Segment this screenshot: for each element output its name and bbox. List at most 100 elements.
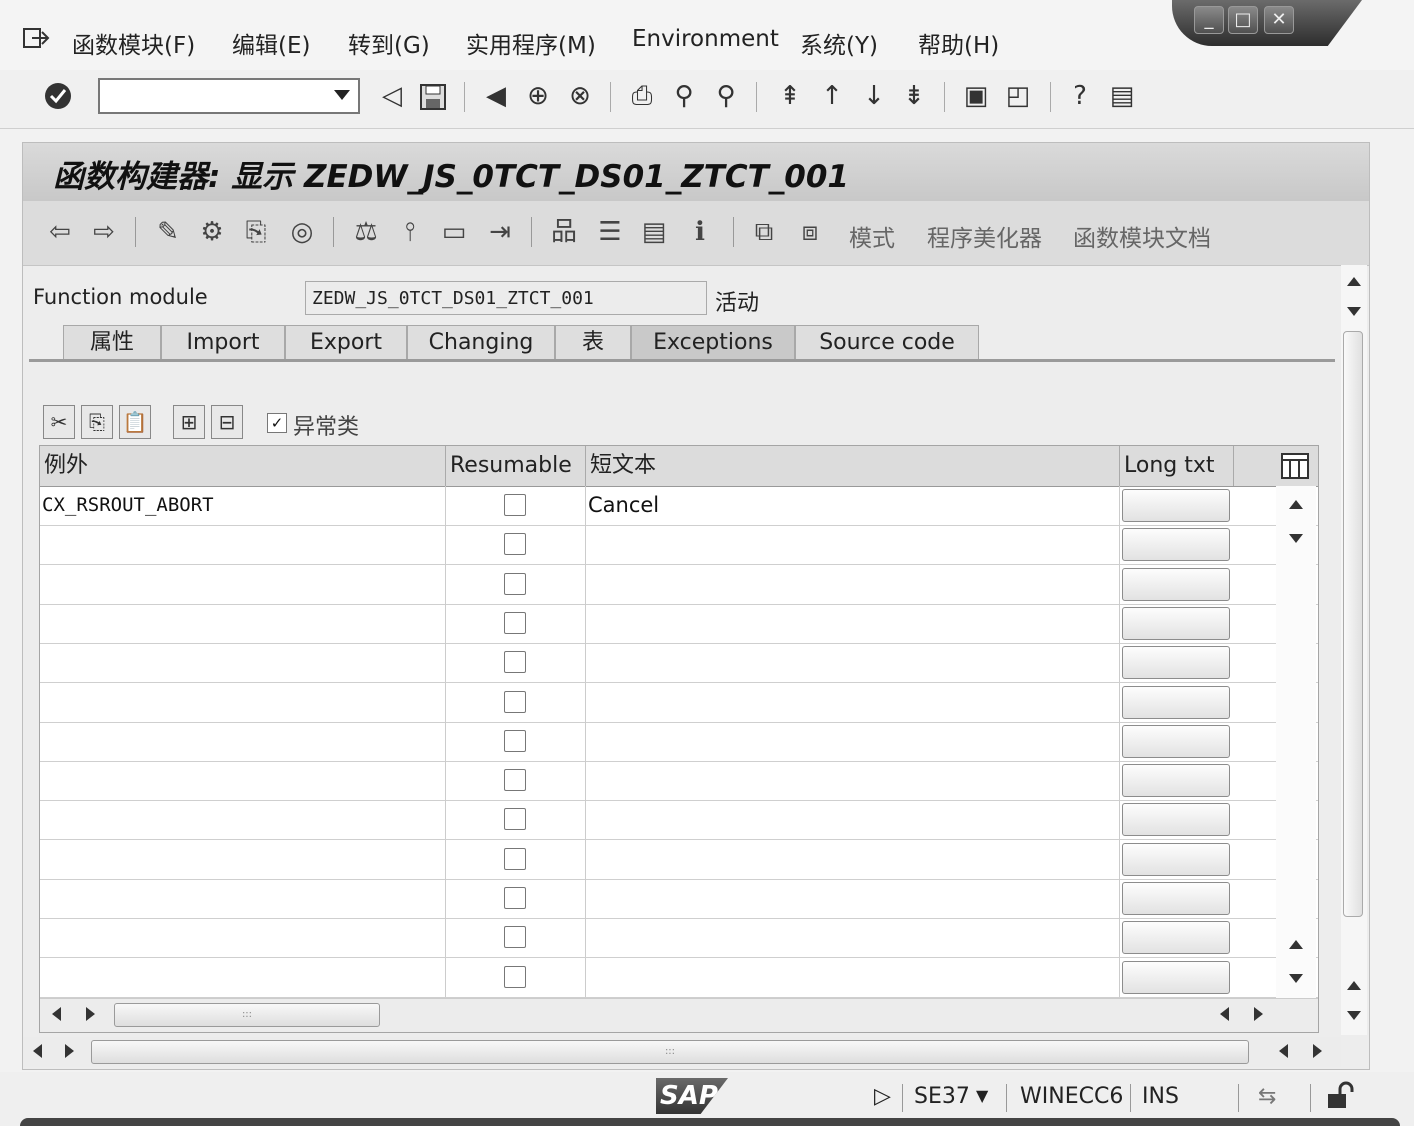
exception-cell[interactable]: [40, 682, 446, 722]
display-group-icon[interactable]: ⧈: [793, 215, 827, 249]
cancel-icon[interactable]: ⊗: [564, 80, 596, 112]
scroll-left-icon[interactable]: [1279, 1044, 1288, 1058]
short-text-cell[interactable]: [586, 564, 1120, 604]
resumable-checkbox[interactable]: [504, 729, 526, 752]
table-settings-icon[interactable]: [1280, 452, 1310, 480]
long-text-button[interactable]: [1122, 960, 1230, 994]
long-text-button[interactable]: [1122, 882, 1230, 915]
scroll-right-icon[interactable]: [86, 1007, 95, 1021]
resumable-checkbox[interactable]: [504, 572, 526, 595]
scroll-thumb[interactable]: :::: [114, 1003, 380, 1027]
resumable-checkbox[interactable]: [504, 769, 526, 792]
scroll-up-icon[interactable]: [1289, 500, 1303, 509]
column-header-exception[interactable]: 例外: [40, 446, 446, 486]
minimize-button[interactable]: _: [1194, 6, 1224, 34]
copy-icon[interactable]: ⎘: [81, 405, 113, 439]
resumable-checkbox[interactable]: [504, 533, 526, 556]
short-text-cell[interactable]: [586, 918, 1120, 958]
first-page-icon[interactable]: ⇞: [774, 80, 806, 112]
resumable-checkbox[interactable]: [504, 494, 526, 516]
scroll-thumb[interactable]: :::: [91, 1040, 1249, 1064]
exception-cell[interactable]: [40, 800, 446, 840]
long-text-button[interactable]: [1122, 528, 1230, 562]
tab-source-code[interactable]: Source code: [795, 325, 979, 359]
back-arrow-icon[interactable]: ⇦: [43, 215, 77, 249]
scroll-thumb[interactable]: [1343, 331, 1363, 917]
short-text-cell[interactable]: [586, 603, 1120, 643]
column-header-resumable[interactable]: Resumable: [446, 446, 586, 486]
exception-cell[interactable]: [40, 564, 446, 604]
resumable-checkbox[interactable]: [504, 965, 526, 988]
function-module-field[interactable]: ZEDW_JS_0TCT_DS01_ZTCT_001: [305, 281, 707, 315]
short-text-cell[interactable]: [586, 643, 1120, 683]
test-icon[interactable]: ⫯: [393, 215, 427, 249]
menu-exit-icon[interactable]: [22, 26, 50, 50]
menu-edit[interactable]: 编辑(E): [232, 26, 310, 60]
short-text-cell[interactable]: [586, 525, 1120, 565]
short-text-cell[interactable]: [586, 879, 1120, 918]
tab-attributes[interactable]: 属性: [63, 325, 161, 359]
long-text-button[interactable]: [1122, 606, 1230, 640]
menu-utilities[interactable]: 实用程序(M): [466, 26, 596, 60]
resumable-checkbox[interactable]: [504, 690, 526, 713]
scroll-right-icon[interactable]: [1254, 1007, 1263, 1021]
pretty-printer-button[interactable]: 程序美化器: [927, 219, 1042, 253]
scroll-up-icon[interactable]: [1347, 277, 1361, 286]
column-header-long-text[interactable]: Long txt: [1120, 446, 1234, 486]
exception-cell[interactable]: [40, 761, 446, 801]
help-icon[interactable]: ?: [1064, 80, 1096, 112]
stack-icon[interactable]: ☰: [593, 215, 627, 249]
information-icon[interactable]: ℹ: [683, 215, 717, 249]
tab-export[interactable]: Export: [285, 325, 407, 359]
resumable-checkbox[interactable]: [504, 808, 526, 831]
short-text-cell[interactable]: [586, 957, 1120, 997]
scroll-down-icon[interactable]: [1289, 974, 1303, 983]
panel-vertical-scrollbar[interactable]: [1341, 265, 1367, 1035]
activate-icon[interactable]: ◎: [285, 215, 319, 249]
short-text-cell[interactable]: Cancel: [586, 486, 1120, 525]
table-horizontal-scrollbar[interactable]: :::: [40, 998, 1318, 1032]
long-text-button[interactable]: [1122, 842, 1230, 876]
hierarchy-icon[interactable]: 品: [547, 215, 581, 249]
resumable-checkbox[interactable]: [504, 847, 526, 870]
exception-cell[interactable]: [40, 957, 446, 997]
exit-icon[interactable]: ⊕: [522, 80, 554, 112]
other-object-icon[interactable]: ⚙: [195, 215, 229, 249]
scroll-down-icon[interactable]: [1289, 534, 1303, 543]
resumable-checkbox[interactable]: [504, 887, 526, 909]
menu-goto[interactable]: 转到(G): [348, 26, 430, 60]
list-icon[interactable]: ▤: [637, 215, 671, 249]
last-page-icon[interactable]: ⇟: [898, 80, 930, 112]
column-header-short-text[interactable]: 短文本: [586, 446, 1120, 486]
exception-cell[interactable]: [40, 721, 446, 761]
navigation-window-icon[interactable]: ⇥: [483, 215, 517, 249]
function-module-documentation-button[interactable]: 函数模块文档: [1073, 219, 1211, 253]
scroll-down-icon[interactable]: [1347, 1011, 1361, 1020]
exception-cell[interactable]: [40, 839, 446, 879]
scroll-down-icon[interactable]: [1347, 307, 1361, 316]
menu-environment[interactable]: Environment: [632, 26, 779, 52]
pattern-button[interactable]: 模式: [849, 219, 895, 253]
exception-class-checkbox[interactable]: ✓: [267, 413, 287, 433]
exception-cell[interactable]: CX_RSROUT_ABORT: [40, 486, 446, 525]
resumable-checkbox[interactable]: [504, 926, 526, 949]
display-change-icon[interactable]: ✎: [151, 215, 185, 249]
long-text-button[interactable]: [1122, 685, 1230, 719]
back-icon[interactable]: ◀: [480, 80, 512, 112]
print-icon[interactable]: ⎙: [626, 80, 658, 112]
long-text-button[interactable]: [1122, 921, 1230, 955]
scroll-up-icon[interactable]: [1347, 981, 1361, 990]
enter-checkmark-icon[interactable]: [42, 80, 74, 112]
exception-cell[interactable]: [40, 525, 446, 565]
short-text-cell[interactable]: [586, 839, 1120, 879]
scroll-right-icon[interactable]: [1313, 1044, 1322, 1058]
scroll-left-icon[interactable]: [1220, 1007, 1229, 1021]
panel-horizontal-scrollbar[interactable]: :::: [23, 1037, 1341, 1067]
chevron-down-icon[interactable]: [334, 90, 350, 100]
check-icon[interactable]: ⎘: [239, 215, 273, 249]
table-vertical-scrollbar[interactable]: [1276, 486, 1316, 998]
forward-arrow-icon[interactable]: ⇨: [87, 215, 121, 249]
short-text-cell[interactable]: [586, 800, 1120, 840]
find-icon[interactable]: ⚲: [668, 80, 700, 112]
create-session-icon[interactable]: ▣: [960, 80, 992, 112]
